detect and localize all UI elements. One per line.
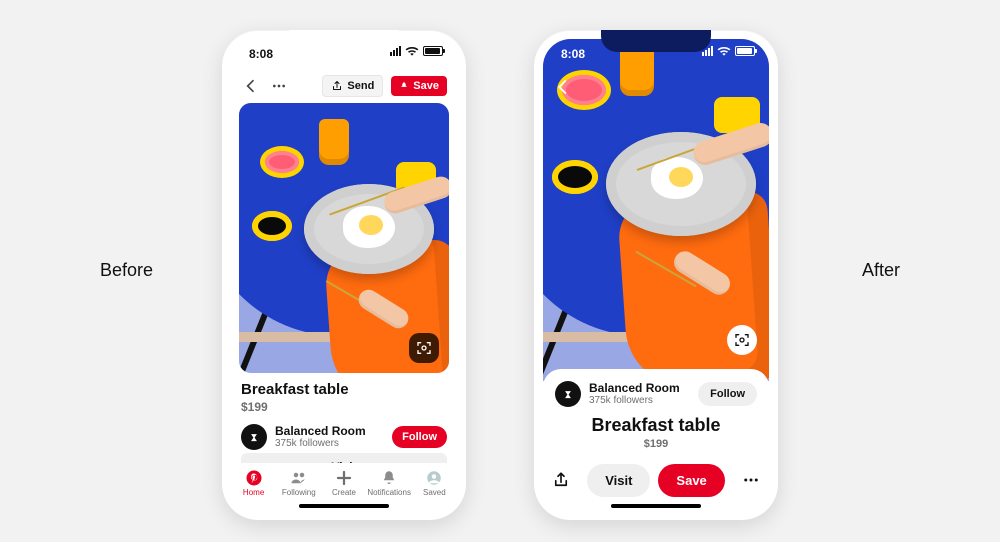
more-button[interactable] <box>733 471 769 489</box>
back-button[interactable] <box>553 77 573 97</box>
tab-following[interactable]: Following <box>279 469 319 497</box>
pin-title: Breakfast table <box>241 381 447 398</box>
action-row: Visit Save <box>543 457 769 503</box>
chevron-left-icon <box>554 78 572 96</box>
wifi-icon <box>717 46 731 56</box>
pin-header: Send Save <box>231 69 457 103</box>
back-button[interactable] <box>241 76 261 96</box>
pin-title: Breakfast table <box>555 415 757 436</box>
visit-button[interactable]: Visit <box>587 464 650 497</box>
send-label: Send <box>347 80 374 92</box>
visual-search-icon <box>416 340 432 356</box>
screen-after: 8:08 Balanced Room 375k followe <box>543 39 769 511</box>
label-after: After <box>862 260 900 281</box>
share-icon <box>331 80 343 92</box>
pin-price: $199 <box>241 400 447 414</box>
notch <box>289 30 399 52</box>
more-horizontal-icon <box>271 78 287 94</box>
more-button[interactable] <box>269 76 289 96</box>
pin-image-fullbleed[interactable] <box>543 39 769 385</box>
tab-label: Following <box>282 488 316 497</box>
pinterest-icon <box>245 469 263 487</box>
chevron-left-icon <box>243 78 259 94</box>
send-button[interactable]: Send <box>322 75 383 97</box>
phone-before: 8:08 Send <box>222 30 466 520</box>
author-row[interactable]: Balanced Room 375k followers Follow <box>555 381 757 407</box>
status-icons <box>390 46 443 56</box>
home-indicator[interactable] <box>611 504 701 508</box>
author-name: Balanced Room <box>275 425 384 438</box>
pin-icon <box>399 81 409 91</box>
status-time: 8:08 <box>249 47 273 61</box>
author-name: Balanced Room <box>589 382 690 395</box>
label-before: Before <box>100 260 153 281</box>
tab-saved[interactable]: Saved <box>414 469 454 497</box>
phone-after: 8:08 Balanced Room 375k followe <box>534 30 778 520</box>
follow-button[interactable]: Follow <box>698 382 757 406</box>
status-time: 8:08 <box>561 47 585 61</box>
tab-label: Home <box>243 488 264 497</box>
home-indicator[interactable] <box>299 504 389 508</box>
save-button[interactable]: Save <box>658 464 724 497</box>
tab-label: Create <box>332 488 356 497</box>
save-label: Save <box>413 80 439 92</box>
author-avatar[interactable] <box>241 424 267 450</box>
avatar-icon <box>247 430 261 444</box>
share-icon <box>552 471 570 489</box>
plus-icon <box>335 469 353 487</box>
battery-icon <box>735 46 755 56</box>
detail-sheet: Balanced Room 375k followers Follow Brea… <box>543 369 769 511</box>
author-avatar[interactable] <box>555 381 581 407</box>
visual-search-icon <box>734 332 750 348</box>
save-button[interactable]: Save <box>391 76 447 96</box>
battery-icon <box>423 46 443 56</box>
tab-create[interactable]: Create <box>324 469 364 497</box>
wifi-icon <box>405 46 419 56</box>
author-row[interactable]: Balanced Room 375k followers Follow <box>241 424 447 450</box>
screen-before: 8:08 Send <box>231 39 457 511</box>
pin-image[interactable] <box>239 103 449 373</box>
status-icons <box>702 46 755 56</box>
more-horizontal-icon <box>742 471 760 489</box>
visual-search-button[interactable] <box>727 325 757 355</box>
pin-meta: Breakfast table $199 Balanced Room 375k … <box>241 379 447 450</box>
author-followers: 375k followers <box>589 395 690 407</box>
tab-home[interactable]: Home <box>234 469 274 497</box>
author-followers: 375k followers <box>275 438 384 450</box>
pin-price: $199 <box>555 438 757 450</box>
profile-avatar-icon <box>425 469 443 487</box>
tab-label: Notifications <box>367 488 411 497</box>
avatar-icon <box>561 387 575 401</box>
follow-button[interactable]: Follow <box>392 426 447 448</box>
people-icon <box>290 469 308 487</box>
tab-notifications[interactable]: Notifications <box>369 469 409 497</box>
notch <box>601 30 711 52</box>
share-button[interactable] <box>543 471 579 489</box>
bell-icon <box>380 469 398 487</box>
tab-label: Saved <box>423 488 446 497</box>
visual-search-button[interactable] <box>409 333 439 363</box>
